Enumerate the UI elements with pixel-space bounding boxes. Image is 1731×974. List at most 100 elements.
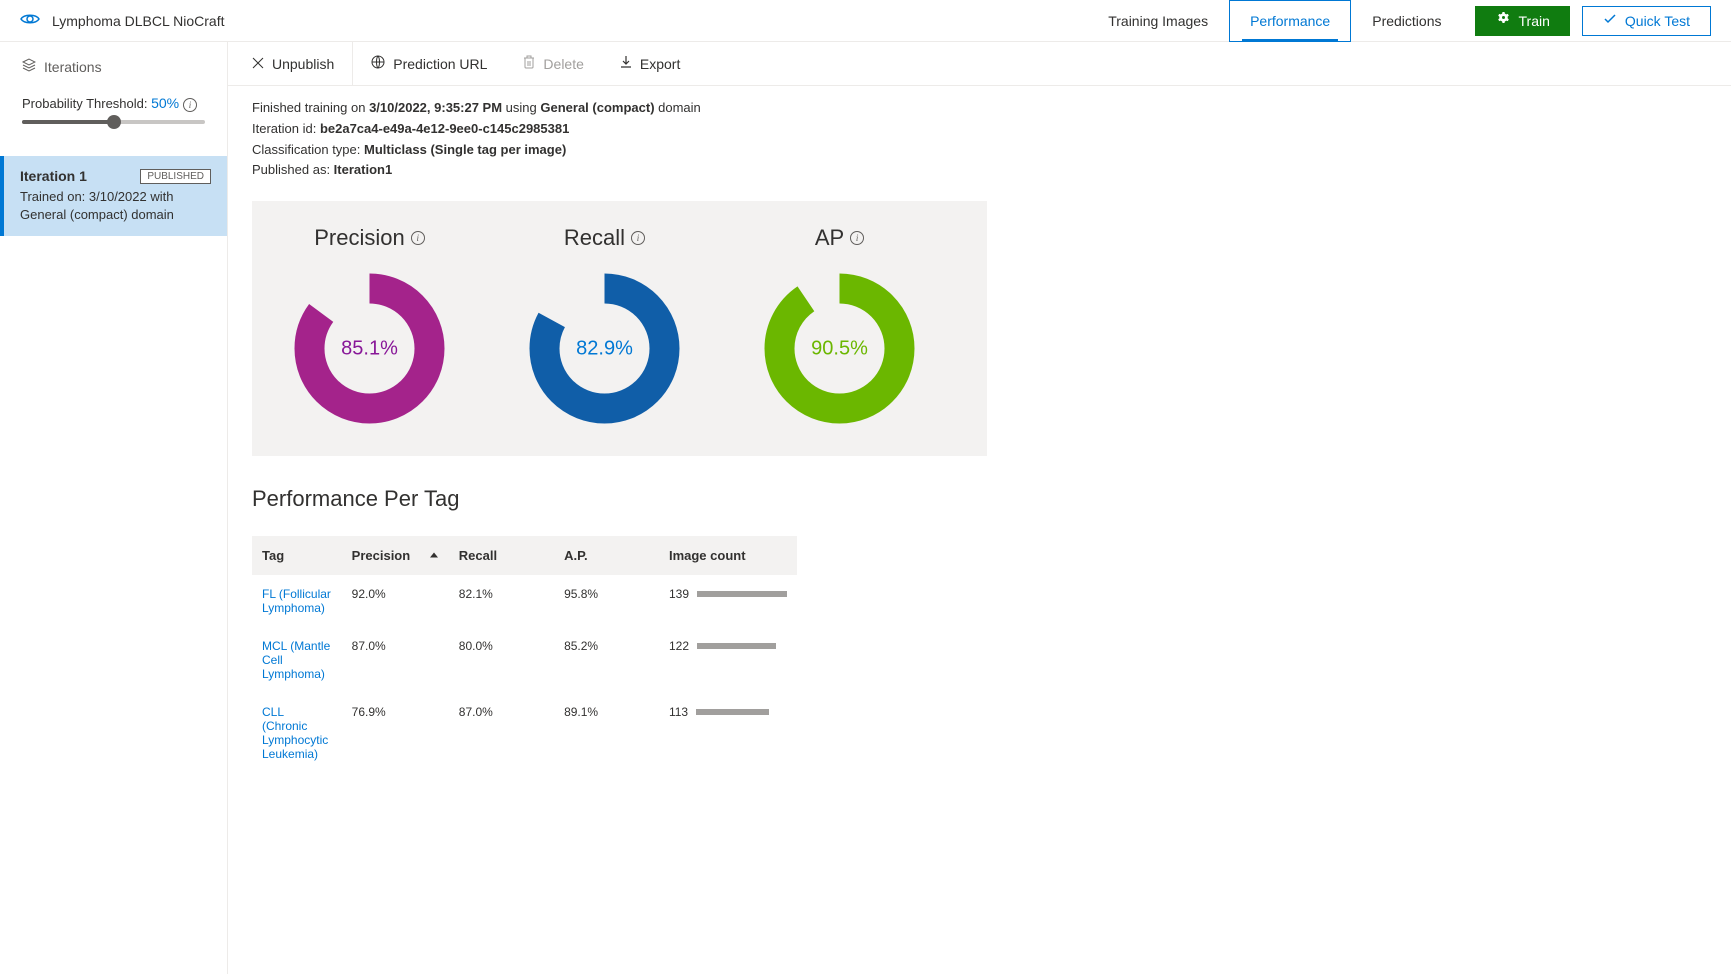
col-precision[interactable]: Precision: [342, 536, 449, 575]
info-text: using: [502, 100, 540, 115]
threshold-slider[interactable]: [22, 120, 205, 124]
threshold-label: Probability Threshold:: [22, 96, 151, 111]
cell-ap: 95.8%: [554, 575, 659, 627]
tag-table: Tag Precision Recall A.P. Image count FL…: [252, 536, 797, 773]
iteration-desc: Trained on: 3/10/2022 with General (comp…: [20, 188, 211, 224]
slider-fill: [22, 120, 114, 124]
info-icon[interactable]: i: [850, 231, 864, 245]
info-text: Classification type:: [252, 142, 364, 157]
info-text: Iteration id:: [252, 121, 320, 136]
action-bar: Unpublish Prediction URL Delete Export: [228, 42, 1731, 86]
layers-icon: [22, 58, 36, 75]
count-bar: [697, 591, 787, 597]
classification-type: Multiclass (Single tag per image): [364, 142, 566, 157]
metric-recall-label: Recall: [564, 225, 625, 251]
count-bar: [696, 709, 786, 715]
table-row: MCL (Mantle Cell Lymphoma) 87.0% 80.0% 8…: [252, 627, 797, 693]
info-domain: General (compact): [540, 100, 654, 115]
quicktest-button-label: Quick Test: [1625, 13, 1690, 29]
col-recall[interactable]: Recall: [449, 536, 554, 575]
threshold-value: 50%: [151, 95, 179, 111]
precision-value: 85.1%: [341, 337, 398, 360]
recall-donut: 82.9%: [527, 271, 682, 426]
cell-precision: 92.0%: [342, 575, 449, 627]
tab-performance[interactable]: Performance: [1229, 0, 1351, 42]
cell-ap: 89.1%: [554, 693, 659, 773]
cell-ap: 85.2%: [554, 627, 659, 693]
cell-count: 139: [659, 575, 797, 627]
delete-button: Delete: [505, 42, 601, 86]
iterations-label: Iterations: [44, 59, 102, 75]
threshold-section: Probability Threshold: 50% i: [0, 83, 227, 136]
cell-count: 122: [659, 627, 797, 693]
col-ap[interactable]: A.P.: [554, 536, 659, 575]
cell-recall: 80.0%: [449, 627, 554, 693]
train-button[interactable]: Train: [1475, 6, 1570, 36]
header-bar: Lymphoma DLBCL NioCraft Training Images …: [0, 0, 1731, 42]
precision-donut: 85.1%: [292, 271, 447, 426]
iteration-item[interactable]: Iteration 1 PUBLISHED Trained on: 3/10/2…: [0, 156, 227, 236]
train-button-label: Train: [1519, 13, 1550, 29]
header-right: Training Images Performance Predictions …: [1087, 0, 1711, 42]
unpublish-button[interactable]: Unpublish: [252, 42, 353, 86]
training-info: Finished training on 3/10/2022, 9:35:27 …: [228, 86, 1731, 201]
prediction-url-button[interactable]: Prediction URL: [353, 42, 505, 86]
content-area: Unpublish Prediction URL Delete Export F…: [228, 42, 1731, 974]
cell-count: 113: [659, 693, 797, 773]
count-value: 113: [669, 705, 688, 719]
table-row: CLL (Chronic Lymphocytic Leukemia) 76.9%…: [252, 693, 797, 773]
tag-link[interactable]: FL (Follicular Lymphoma): [262, 587, 331, 615]
count-value: 122: [669, 639, 689, 653]
info-text: domain: [655, 100, 701, 115]
sort-up-icon: [429, 548, 439, 563]
cell-precision: 76.9%: [342, 693, 449, 773]
col-precision-label: Precision: [352, 548, 411, 563]
info-icon[interactable]: i: [411, 231, 425, 245]
tag-link[interactable]: MCL (Mantle Cell Lymphoma): [262, 639, 330, 681]
metric-precision: Precision i 85.1%: [292, 225, 447, 426]
tab-predictions[interactable]: Predictions: [1351, 0, 1462, 42]
metric-ap-label: AP: [815, 225, 844, 251]
export-label: Export: [640, 56, 680, 72]
info-text: Finished training on: [252, 100, 369, 115]
col-tag[interactable]: Tag: [252, 536, 342, 575]
col-count[interactable]: Image count: [659, 536, 797, 575]
info-date: 3/10/2022, 9:35:27 PM: [369, 100, 502, 115]
performance-per-tag: Performance Per Tag Tag Precision Recall…: [228, 456, 1731, 803]
count-value: 139: [669, 587, 689, 601]
perf-per-tag-title: Performance Per Tag: [252, 486, 1707, 512]
tag-link[interactable]: CLL (Chronic Lymphocytic Leukemia): [262, 705, 328, 761]
published-badge: PUBLISHED: [140, 169, 211, 184]
ap-donut: 90.5%: [762, 271, 917, 426]
iteration-id: be2a7ca4-e49a-4e12-9ee0-c145c2985381: [320, 121, 569, 136]
metric-recall: Recall i 82.9%: [527, 225, 682, 426]
project-title: Lymphoma DLBCL NioCraft: [52, 13, 224, 29]
count-bar: [697, 643, 787, 649]
info-icon[interactable]: i: [183, 98, 197, 112]
globe-icon: [371, 55, 385, 72]
info-icon[interactable]: i: [631, 231, 645, 245]
metrics-panel: Precision i 85.1% Recall i 82.9%: [252, 201, 987, 456]
download-icon: [620, 55, 632, 72]
prediction-url-label: Prediction URL: [393, 56, 487, 72]
info-text: Published as:: [252, 162, 334, 177]
export-button[interactable]: Export: [602, 42, 698, 86]
tab-training-images[interactable]: Training Images: [1087, 0, 1229, 42]
ap-value: 90.5%: [811, 337, 868, 360]
metric-precision-label: Precision: [314, 225, 404, 251]
close-icon: [252, 56, 264, 72]
metric-ap: AP i 90.5%: [762, 225, 917, 426]
trash-icon: [523, 55, 535, 72]
check-icon: [1603, 12, 1617, 29]
sidebar: Iterations Probability Threshold: 50% i …: [0, 42, 228, 974]
recall-value: 82.9%: [576, 337, 633, 360]
cell-recall: 87.0%: [449, 693, 554, 773]
iteration-name: Iteration 1: [20, 168, 87, 184]
delete-label: Delete: [543, 56, 583, 72]
quicktest-button[interactable]: Quick Test: [1582, 6, 1711, 36]
eye-icon: [20, 12, 40, 29]
unpublish-label: Unpublish: [272, 56, 334, 72]
slider-thumb[interactable]: [107, 115, 121, 129]
main-layout: Iterations Probability Threshold: 50% i …: [0, 42, 1731, 974]
published-as: Iteration1: [334, 162, 393, 177]
